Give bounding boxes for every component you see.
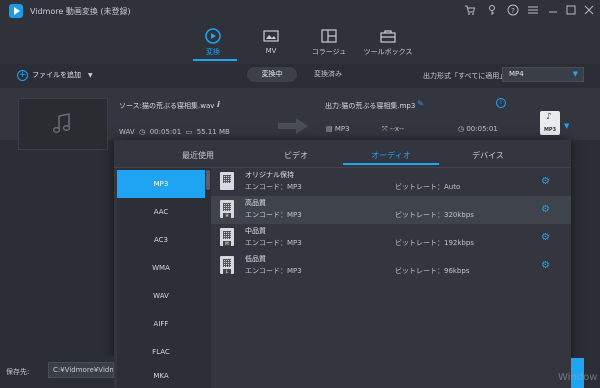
chevron-down-icon[interactable]: ▼ <box>564 122 569 130</box>
app-title: Vidmore 動画変換 (未登録) <box>30 7 131 16</box>
preset-name: 低品質 <box>245 255 266 263</box>
format-item-aac[interactable]: AAC <box>117 198 205 226</box>
output-format-text: MP3 <box>334 125 350 133</box>
output-duration: ◷ 00:05:01 <box>458 125 498 133</box>
scrollbar-thumb[interactable] <box>206 170 210 190</box>
preset-medium[interactable]: M 中品質 エンコード：MP3 ビットレート：192kbps ⚙ <box>211 224 571 252</box>
quality-badge: H <box>223 213 231 218</box>
preset-original[interactable]: オリジナル保持 エンコード：MP3 ビットレート：Auto ⚙ <box>211 168 571 196</box>
output-duration-text: 00:05:01 <box>466 125 498 133</box>
arrow-right-icon <box>278 118 308 134</box>
film-icon: ▤ <box>326 125 335 133</box>
gear-icon[interactable]: ⚙ <box>541 177 551 187</box>
convert-icon <box>205 28 221 44</box>
output-resolution: ⤧ --x-- <box>382 125 404 134</box>
music-note-icon <box>52 113 71 133</box>
clock-icon: ◷ <box>136 128 148 136</box>
format-item-wav[interactable]: WAV <box>117 282 205 310</box>
quality-badge: M <box>223 241 231 246</box>
format-item-wma[interactable]: WMA <box>117 254 205 282</box>
tab-video[interactable]: ビデオ <box>268 150 324 161</box>
output-format-label: 出力形式「すべてに適用」: <box>423 72 509 80</box>
tab-recent[interactable]: 最近使用 <box>170 150 226 161</box>
help-icon[interactable]: ? <box>506 4 520 18</box>
cart-icon[interactable] <box>463 4 477 18</box>
save-path-field[interactable]: C:¥Vidmore¥Vidm <box>48 362 114 378</box>
source-file-name: ソース:猫の荒ぶる寝相集.wav <box>119 102 215 110</box>
file-icon: ▭ <box>183 128 195 136</box>
gear-icon[interactable]: ⚙ <box>541 233 551 243</box>
app-logo-icon <box>9 4 23 18</box>
tab-audio[interactable]: オーディオ <box>343 150 439 161</box>
edit-icon[interactable]: ✎ <box>417 99 424 108</box>
toolbox-icon <box>380 30 396 43</box>
audio-file-icon <box>220 172 234 190</box>
gear-icon[interactable]: ⚙ <box>541 261 551 271</box>
preset-encoder: エンコード：MP3 <box>245 183 302 191</box>
output-format-select[interactable]: MP4 ▼ <box>502 67 584 82</box>
collage-icon <box>321 29 337 43</box>
info-icon[interactable]: i <box>217 100 220 109</box>
source-size: 55.11 MB <box>196 128 230 136</box>
key-icon[interactable] <box>485 4 499 18</box>
preset-name: 中品質 <box>245 227 266 235</box>
preset-bitrate: ビットレート：320kbps <box>395 211 474 219</box>
nav-active-indicator <box>193 59 237 61</box>
tab-device[interactable]: デバイス <box>460 150 516 161</box>
os-watermark: Window <box>558 372 598 383</box>
preset-name: オリジナル保持 <box>245 171 294 179</box>
preset-name: 高品質 <box>245 199 266 207</box>
preset-low[interactable]: L 低品質 エンコード：MP3 ビットレート：96kbps ⚙ <box>211 252 571 280</box>
save-to-label: 保存先: <box>6 368 30 376</box>
nav-tab-label: ツールボックス <box>363 48 413 56</box>
nav-tab-toolbox[interactable]: ツールボックス <box>353 22 423 64</box>
output-resolution-text: --x-- <box>389 125 405 133</box>
maximize-icon[interactable] <box>564 4 578 18</box>
info-icon[interactable]: i <box>496 98 506 108</box>
add-file-button[interactable]: + ファイルを追加 ▼ <box>17 68 93 82</box>
preset-encoder: エンコード：MP3 <box>245 239 302 247</box>
source-duration: 00:05:01 <box>149 128 182 136</box>
preset-encoder: エンコード：MP3 <box>245 267 302 275</box>
plus-icon: + <box>17 69 28 81</box>
tab-active-indicator <box>343 163 439 165</box>
audio-file-icon: L <box>220 256 234 274</box>
tab-converted[interactable]: 変換済み <box>303 67 353 82</box>
preset-high[interactable]: H 高品質 エンコード：MP3 ビットレート：320kbps ⚙ <box>211 196 571 224</box>
source-meta: WAV ◷ 00:05:01 ▭ 55.11 MB <box>119 128 230 136</box>
format-item-mp3[interactable]: MP3 <box>117 170 205 198</box>
mv-icon <box>263 30 279 42</box>
preset-bitrate: ビットレート：Auto <box>395 183 461 191</box>
menu-icon[interactable] <box>526 4 540 18</box>
format-badge-button[interactable]: MP3 <box>540 111 560 135</box>
output-format-value: MP4 <box>509 70 524 78</box>
tab-converting[interactable]: 変換中 <box>247 67 297 82</box>
format-badge-text: MP3 <box>543 127 557 133</box>
quality-badge: L <box>223 269 231 274</box>
add-file-label: ファイルを追加 <box>32 71 81 79</box>
svg-text:?: ? <box>511 7 515 15</box>
format-item-flac[interactable]: FLAC <box>117 338 205 366</box>
gear-icon[interactable]: ⚙ <box>541 205 551 215</box>
format-item-mka[interactable]: MKA <box>117 364 205 388</box>
chevron-down-icon: ▼ <box>572 70 578 78</box>
output-format: ▤ MP3 <box>326 125 350 133</box>
preset-encoder: エンコード：MP3 <box>245 211 302 219</box>
format-item-aiff[interactable]: AIFF <box>117 310 205 338</box>
audio-file-icon: H <box>220 200 234 218</box>
resize-icon: ⤧ <box>382 125 390 133</box>
format-item-ac3[interactable]: AC3 <box>117 226 205 254</box>
chevron-down-icon[interactable]: ▼ <box>88 72 93 79</box>
close-icon[interactable] <box>582 4 596 18</box>
source-format: WAV <box>119 128 135 136</box>
minimize-icon[interactable] <box>546 4 560 18</box>
preset-bitrate: ビットレート：192kbps <box>395 239 474 247</box>
output-file-name: 出力:猫の荒ぶる寝相集.mp3 <box>325 102 416 110</box>
preset-bitrate: ビットレート：96kbps <box>395 267 470 275</box>
audio-file-icon: M <box>220 228 234 246</box>
